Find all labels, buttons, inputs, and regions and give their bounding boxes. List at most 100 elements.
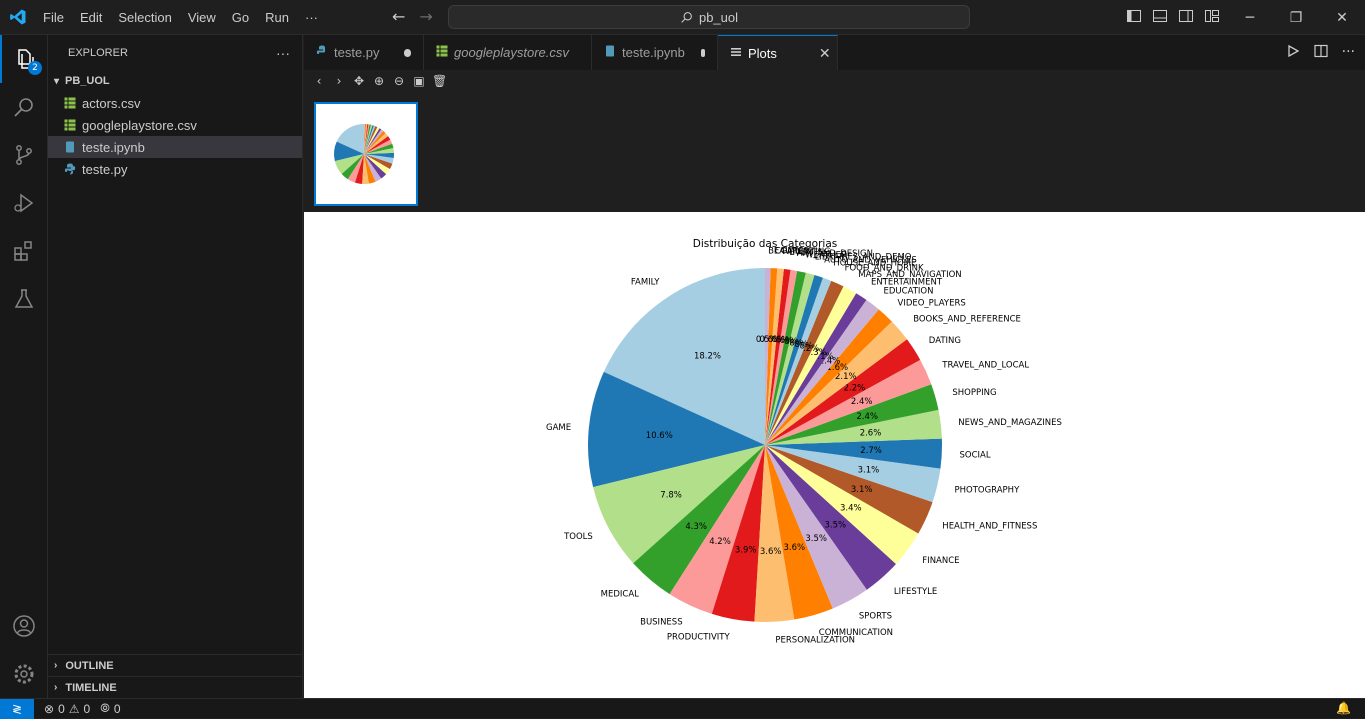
plot-thumbnail[interactable]: [314, 102, 418, 206]
workspace-folder[interactable]: ▾ PB_UOL: [48, 70, 302, 92]
tab-plots[interactable]: Plots ✕: [718, 35, 838, 70]
file-name: teste.ipynb: [82, 139, 145, 155]
slice-percent-label: 3.5%: [824, 521, 846, 531]
forward-arrow-icon[interactable]: →: [419, 8, 432, 26]
command-center-text: pb_uol: [698, 9, 739, 25]
file-actors-csv[interactable]: actors.csv: [48, 92, 302, 114]
toggle-primary-sidebar-icon[interactable]: [1126, 8, 1142, 24]
notebook-file-icon: [64, 141, 76, 153]
run-debug-icon[interactable]: [0, 179, 48, 227]
slice-percent-label: 2.7%: [860, 446, 882, 456]
file-name: actors.csv: [82, 95, 141, 111]
python-file-icon: [64, 163, 76, 175]
menu-edit[interactable]: Edit: [72, 0, 110, 35]
file-googleplaystore-csv[interactable]: googleplaystore.csv: [48, 114, 302, 136]
save-plot-icon[interactable]: ▣: [412, 74, 426, 88]
chevron-right-icon: ›: [54, 682, 58, 693]
notifications-bell-icon[interactable]: 🔔: [1336, 701, 1351, 715]
menu-view[interactable]: View: [180, 0, 224, 35]
explorer-badge: 2: [28, 61, 42, 75]
slice-category-label: TOOLS: [563, 532, 593, 542]
slice-category-label: LIFESTYLE: [894, 587, 937, 597]
toggle-secondary-sidebar-icon[interactable]: [1178, 8, 1194, 24]
slice-category-label: MEDICAL: [601, 589, 640, 599]
slice-category-label: SOCIAL: [960, 451, 991, 461]
pan-icon[interactable]: ✥: [352, 74, 366, 88]
menu-selection[interactable]: Selection: [110, 0, 179, 35]
slice-category-label: BUSINESS: [640, 617, 682, 627]
plot-viewer: Distribuição das Categorias FAMILY 18.2% G…: [304, 212, 1365, 698]
slice-category-label: NEWS_AND_MAGAZINES: [958, 418, 1062, 428]
notebook-file-icon: [604, 45, 616, 60]
menu-file[interactable]: File: [35, 0, 72, 35]
next-plot-icon[interactable]: ›: [332, 74, 346, 88]
editor-area: teste.py googleplaystore.csv teste.ipynb…: [304, 35, 1365, 698]
search-view-icon[interactable]: [0, 83, 48, 131]
slice-percent-label: 3.6%: [760, 547, 782, 557]
split-editor-icon[interactable]: [1314, 44, 1328, 62]
delete-plot-icon[interactable]: 🗑: [432, 74, 447, 88]
tab-label: teste.ipynb: [622, 45, 685, 60]
command-center-search[interactable]: pb_uol: [448, 5, 970, 29]
activity-bar: 2: [0, 35, 48, 698]
accounts-icon[interactable]: [0, 602, 48, 650]
slice-percent-label: 10.6%: [646, 431, 673, 441]
slice-category-label: FINANCE: [922, 556, 959, 566]
close-tab-icon[interactable]: ✕: [819, 45, 831, 62]
back-arrow-icon[interactable]: ←: [392, 8, 405, 26]
problems-status[interactable]: ⊗ 0 ⚠ 0: [44, 702, 90, 716]
menu-more[interactable]: ···: [297, 0, 326, 35]
file-teste-ipynb[interactable]: teste.ipynb: [48, 136, 302, 158]
tab-googleplaystore-csv[interactable]: googleplaystore.csv: [424, 35, 592, 70]
zoom-out-icon[interactable]: ⊖: [392, 74, 406, 88]
minimize-icon[interactable]: ─: [1227, 0, 1273, 35]
file-name: googleplaystore.csv: [82, 117, 197, 133]
customize-layout-icon[interactable]: [1204, 8, 1220, 24]
close-window-icon[interactable]: ✕: [1319, 0, 1365, 35]
warning-icon: ⚠: [68, 701, 80, 716]
menu-go[interactable]: Go: [224, 0, 257, 35]
manage-gear-icon[interactable]: [0, 650, 48, 698]
more-actions-icon[interactable]: ···: [1342, 44, 1355, 62]
window-controls: ─ ❐ ✕: [1227, 0, 1365, 35]
slice-percent-label: 3.4%: [840, 504, 862, 514]
slice-category-label: PRODUCTIVITY: [667, 633, 731, 643]
unsaved-dot-icon[interactable]: [403, 48, 411, 57]
slice-category-label: SHOPPING: [952, 388, 996, 398]
toggle-panel-icon[interactable]: [1152, 8, 1168, 24]
error-count: 0: [58, 701, 65, 716]
thumbnail-pie: [333, 123, 394, 185]
explorer-icon[interactable]: 2: [0, 35, 48, 83]
editor-tabs: teste.py googleplaystore.csv teste.ipynb…: [304, 35, 1365, 70]
slice-percent-label: 3.9%: [735, 545, 757, 555]
sidebar-more-icon[interactable]: ···: [276, 45, 290, 61]
testing-flask-icon[interactable]: [0, 275, 48, 323]
chevron-right-icon: ›: [54, 660, 58, 671]
tab-teste-ipynb[interactable]: teste.ipynb: [592, 35, 718, 70]
slice-category-label: FAMILY: [631, 277, 660, 287]
extensions-icon[interactable]: [0, 227, 48, 275]
layout-controls: [1126, 8, 1220, 24]
slice-category-label: DATING: [929, 336, 961, 346]
zoom-in-icon[interactable]: ⊕: [372, 74, 386, 88]
plot-toolbar: ‹ › ✥ ⊕ ⊖ ▣ 🗑: [304, 70, 1365, 92]
tab-label: Plots: [748, 45, 777, 61]
slice-percent-label: 2.4%: [856, 412, 878, 422]
file-teste-py[interactable]: teste.py: [48, 158, 302, 180]
source-control-icon[interactable]: [0, 131, 48, 179]
previous-plot-icon[interactable]: ‹: [312, 74, 326, 88]
slice-percent-label: 4.2%: [709, 537, 731, 547]
timeline-section[interactable]: › TIMELINE: [48, 676, 303, 698]
search-icon: [681, 11, 692, 23]
outline-section[interactable]: › OUTLINE: [48, 654, 303, 676]
folder-name: PB_UOL: [65, 75, 110, 87]
unsaved-dot-icon[interactable]: [700, 48, 705, 57]
menu-run[interactable]: Run: [257, 0, 297, 35]
restore-icon[interactable]: ❐: [1273, 0, 1319, 35]
timeline-label: TIMELINE: [65, 681, 117, 694]
run-icon[interactable]: [1286, 44, 1300, 62]
ports-status[interactable]: ⦾ 0: [100, 701, 120, 716]
tab-teste-py[interactable]: teste.py: [304, 35, 424, 70]
remote-indicator-icon[interactable]: ≷: [0, 698, 34, 719]
slice-category-label: BOOKS_AND_REFERENCE: [913, 315, 1021, 325]
